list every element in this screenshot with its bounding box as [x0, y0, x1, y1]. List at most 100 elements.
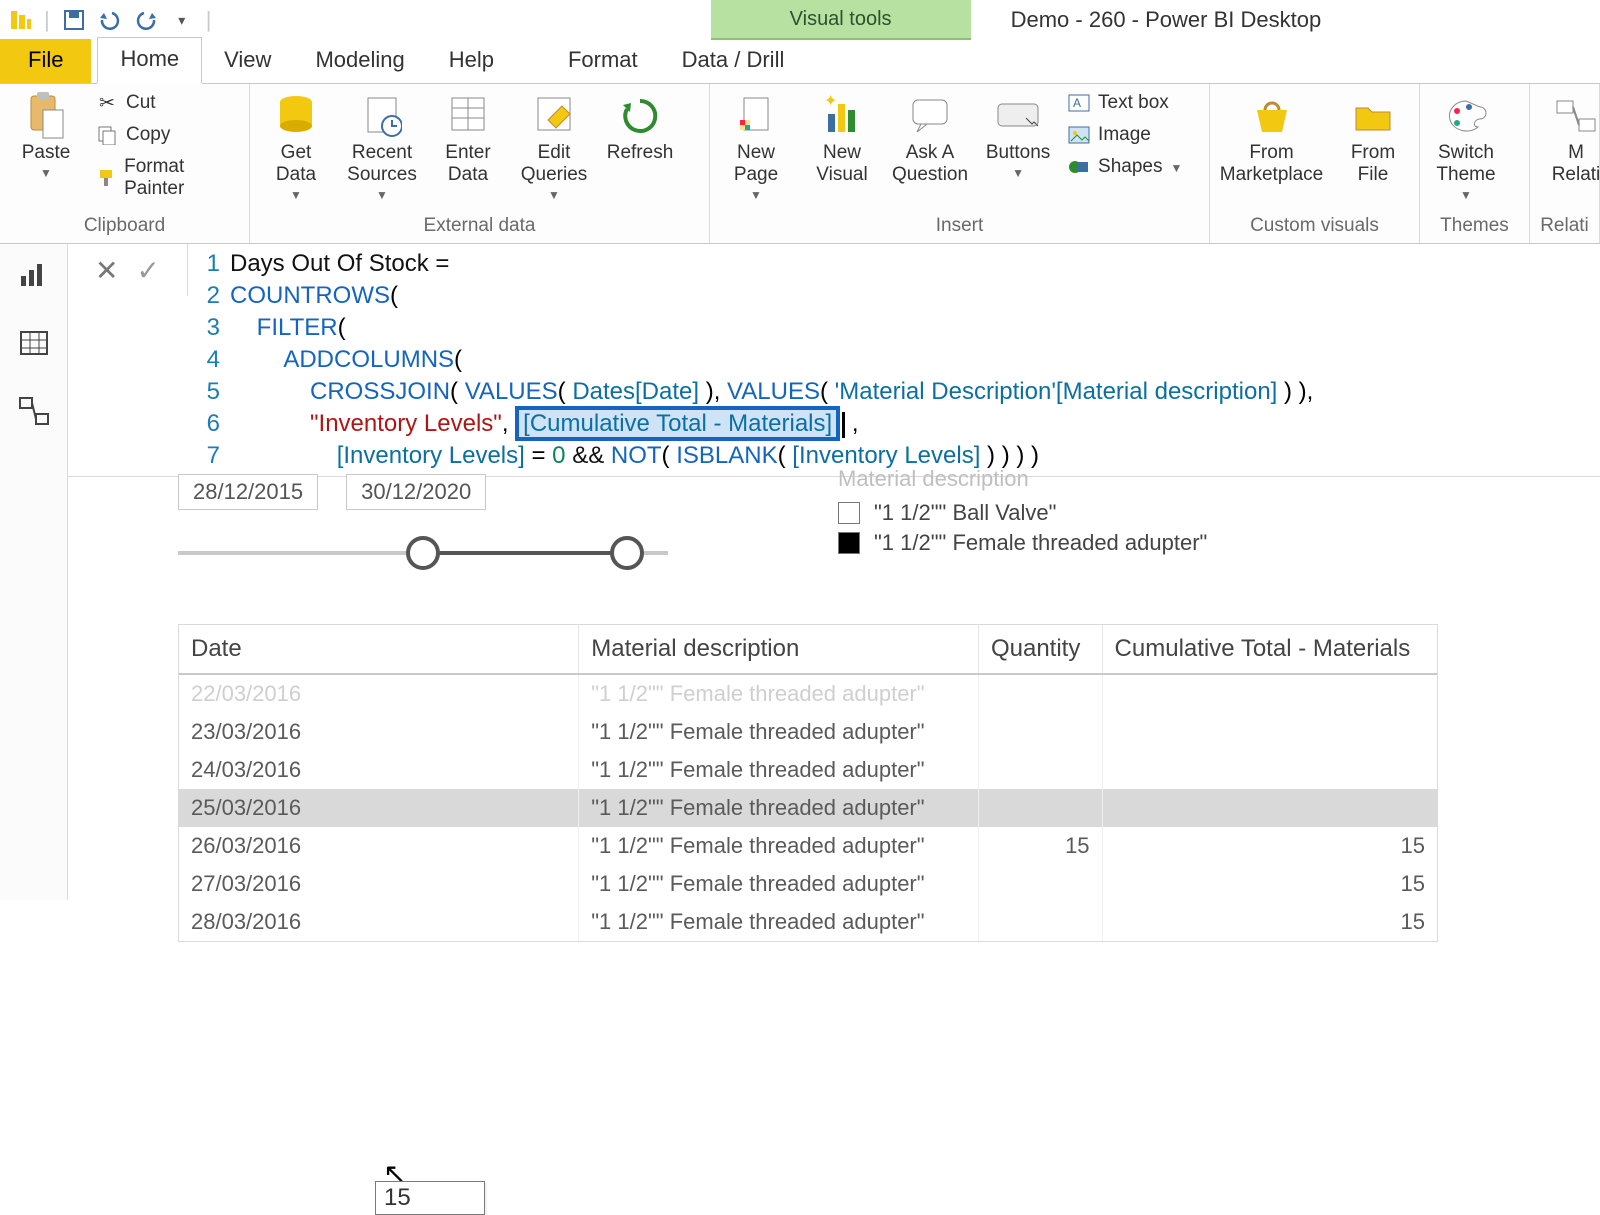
palette-icon: [1442, 92, 1490, 140]
view-switcher: [0, 244, 68, 900]
shapes-icon: [1068, 156, 1090, 178]
separator: |: [206, 7, 212, 33]
col-header-date[interactable]: Date: [179, 625, 579, 674]
get-data-label: Get Data: [276, 142, 316, 186]
paste-button[interactable]: Paste ▼: [10, 90, 82, 180]
table-row[interactable]: 25/03/2016"1 1/2"" Female threaded adupt…: [179, 789, 1437, 827]
chevron-down-icon: ▼: [548, 188, 560, 202]
cut-button[interactable]: ✂ Cut: [96, 92, 239, 114]
speech-bubble-icon: [906, 92, 954, 140]
scissors-icon: ✂: [96, 92, 118, 114]
table-row[interactable]: 26/03/2016"1 1/2"" Female threaded adupt…: [179, 827, 1437, 865]
group-label-insert: Insert: [710, 213, 1209, 243]
date-range-slider[interactable]: [178, 538, 668, 568]
refresh-button[interactable]: Refresh: [604, 90, 676, 164]
qat-dropdown-icon[interactable]: ▾: [170, 8, 194, 32]
shapes-button[interactable]: Shapes ▼: [1068, 156, 1182, 178]
textbox-icon: A: [1068, 92, 1090, 114]
redo-icon[interactable]: [134, 8, 158, 32]
format-painter-button[interactable]: Format Painter: [96, 156, 239, 200]
new-page-label: New Page: [734, 142, 778, 186]
from-file-button[interactable]: From File: [1337, 90, 1409, 186]
paintbrush-icon: [96, 167, 116, 189]
table-visual[interactable]: Date Material description Quantity Cumul…: [178, 624, 1438, 942]
manage-relationships-label: M Relati: [1552, 142, 1600, 186]
group-external-data: Get Data▼ Recent Sources▼ Enter Data Edi…: [250, 84, 710, 243]
manage-relationships-button[interactable]: M Relati: [1540, 90, 1600, 186]
col-header-material[interactable]: Material description: [579, 625, 979, 674]
group-label-themes: Themes: [1420, 213, 1529, 243]
database-icon: [272, 92, 320, 140]
group-themes: Switch Theme▼ Themes: [1420, 84, 1530, 243]
model-view-icon[interactable]: [17, 394, 51, 428]
recent-sources-label: Recent Sources: [347, 142, 417, 186]
formula-bar[interactable]: ✕ ✓ 1Days Out Of Stock = 2COUNTROWS( 3 F…: [68, 244, 1600, 477]
refresh-icon: [616, 92, 664, 140]
shapes-label: Shapes: [1098, 156, 1162, 178]
save-icon[interactable]: [62, 8, 86, 32]
switch-theme-button[interactable]: Switch Theme▼: [1430, 90, 1502, 202]
tab-help[interactable]: Help: [427, 39, 516, 83]
date-slicer[interactable]: 28/12/2015 30/12/2020: [178, 474, 668, 568]
image-button[interactable]: Image: [1068, 124, 1182, 146]
quick-access-toolbar: | ▾ |: [0, 0, 219, 40]
col-header-cumulative[interactable]: Cumulative Total - Materials: [1102, 625, 1437, 674]
group-label-external: External data: [250, 213, 709, 243]
table-row[interactable]: 24/03/2016"1 1/2"" Female threaded adupt…: [179, 751, 1437, 789]
from-marketplace-button[interactable]: From Marketplace: [1220, 90, 1323, 186]
tab-file[interactable]: File: [0, 39, 91, 83]
edit-queries-label: Edit Queries: [521, 142, 588, 186]
ask-question-button[interactable]: Ask A Question: [892, 90, 968, 186]
data-view-icon[interactable]: [17, 326, 51, 360]
table-row[interactable]: 28/03/2016"1 1/2"" Female threaded adupt…: [179, 903, 1437, 941]
legend-swatch[interactable]: [838, 532, 860, 554]
relationships-icon: [1552, 92, 1600, 140]
undo-icon[interactable]: [98, 8, 122, 32]
commit-formula-icon[interactable]: ✓: [137, 254, 160, 287]
chevron-down-icon: ▼: [1171, 161, 1183, 175]
image-label: Image: [1098, 124, 1151, 146]
tab-format[interactable]: Format: [546, 39, 660, 83]
buttons-button[interactable]: Buttons ▼: [982, 90, 1054, 180]
slider-handle-start[interactable]: [406, 536, 440, 570]
chart-icon: ✦: [818, 92, 866, 140]
enter-data-button[interactable]: Enter Data: [432, 90, 504, 186]
edit-queries-button[interactable]: Edit Queries ▼: [518, 90, 590, 202]
copy-button[interactable]: Copy: [96, 124, 239, 146]
image-icon: [1068, 124, 1090, 146]
legend-item-1[interactable]: "1 1/2"" Ball Valve": [874, 500, 1056, 526]
legend-swatch[interactable]: [838, 502, 860, 524]
recent-sources-button[interactable]: Recent Sources ▼: [346, 90, 418, 202]
slicer-end-date[interactable]: 30/12/2020: [346, 474, 486, 510]
page-icon: [732, 92, 780, 140]
text-box-button[interactable]: AText box: [1068, 92, 1182, 114]
slider-handle-end[interactable]: [610, 536, 644, 570]
table-row[interactable]: 27/03/2016"1 1/2"" Female threaded adupt…: [179, 865, 1437, 903]
tab-modeling[interactable]: Modeling: [293, 39, 426, 83]
table-row[interactable]: 23/03/2016"1 1/2"" Female threaded adupt…: [179, 713, 1437, 751]
copy-label: Copy: [126, 124, 170, 146]
new-page-button[interactable]: New Page▼: [720, 90, 792, 202]
cut-label: Cut: [126, 92, 156, 114]
get-data-button[interactable]: Get Data▼: [260, 90, 332, 202]
col-header-quantity[interactable]: Quantity: [978, 625, 1102, 674]
report-view-icon[interactable]: [17, 258, 51, 292]
chart-legend: Material description "1 1/2"" Ball Valve…: [838, 466, 1207, 560]
tab-view[interactable]: View: [202, 39, 293, 83]
from-file-label: From File: [1351, 142, 1395, 186]
group-custom-visuals: From Marketplace From File Custom visual…: [1210, 84, 1420, 243]
cancel-formula-icon[interactable]: ✕: [95, 254, 118, 287]
new-visual-button[interactable]: ✦New Visual: [806, 90, 878, 186]
group-label-relationships: Relati: [1530, 213, 1599, 243]
buttons-label: Buttons: [986, 142, 1050, 164]
tab-data-drill[interactable]: Data / Drill: [660, 39, 807, 83]
dax-editor[interactable]: 1Days Out Of Stock = 2COUNTROWS( 3 FILTE…: [188, 244, 1600, 476]
tab-home[interactable]: Home: [97, 37, 202, 84]
slicer-start-date[interactable]: 28/12/2015: [178, 474, 318, 510]
window-title: Demo - 260 - Power BI Desktop: [971, 0, 1600, 40]
table-row[interactable]: 22/03/2016"1 1/2"" Female threaded adupt…: [179, 674, 1437, 713]
selected-measure-reference: [Cumulative Total - Materials]: [515, 406, 840, 441]
legend-item-2[interactable]: "1 1/2"" Female threaded adupter": [874, 530, 1207, 556]
chevron-down-icon: ▼: [1012, 166, 1024, 180]
chevron-down-icon: ▼: [376, 188, 388, 202]
